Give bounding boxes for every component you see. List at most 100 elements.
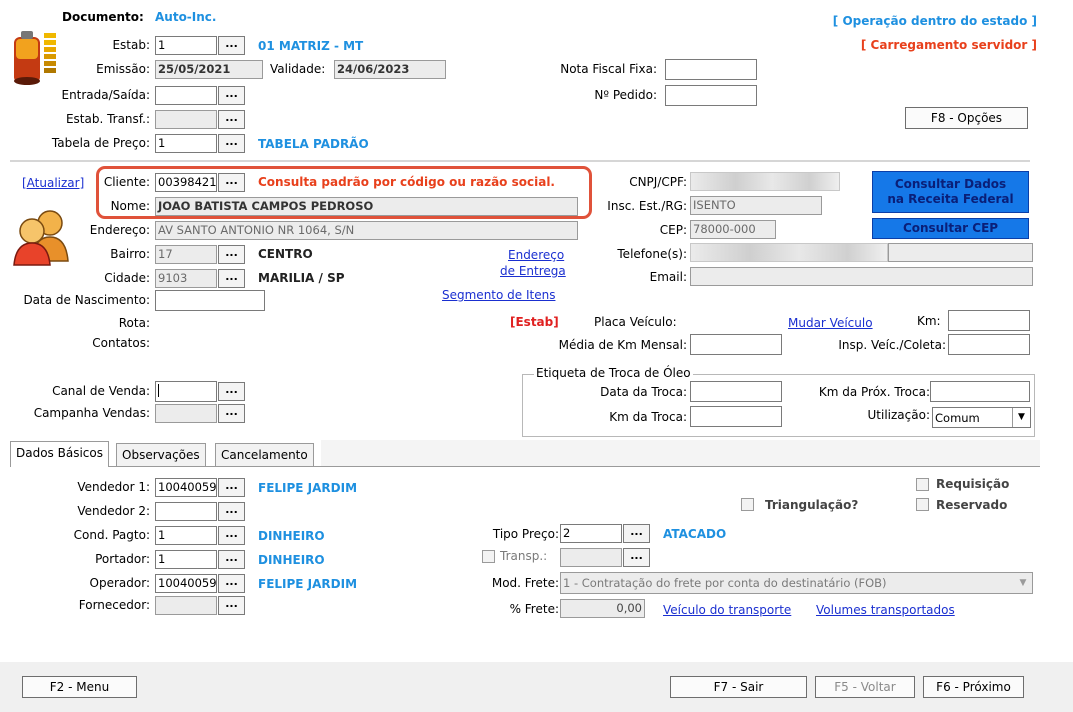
transp-input[interactable] <box>560 548 622 567</box>
cidade-lookup-button[interactable]: ... <box>218 269 245 288</box>
chevron-down-icon[interactable]: ▼ <box>1014 573 1032 593</box>
utilizacao-select[interactable]: Comum ▼ <box>932 407 1031 428</box>
insp-veic-label: Insp. Veíc./Coleta: <box>838 338 946 352</box>
transp-lookup-button[interactable]: ... <box>623 548 650 567</box>
km-input[interactable] <box>948 310 1030 331</box>
km-label: Km: <box>917 314 941 328</box>
mod-frete-label: Mod. Frete: <box>491 576 559 590</box>
entrada-saida-lookup-button[interactable]: ... <box>218 86 245 105</box>
proximo-button[interactable]: F6 - Próximo <box>923 676 1024 698</box>
cond-pagto-input[interactable]: 1 <box>155 526 217 545</box>
mudar-veiculo-link[interactable]: Mudar Veículo <box>788 315 873 331</box>
portador-input[interactable]: 1 <box>155 550 217 569</box>
campanha-vendas-lookup-button[interactable]: ... <box>218 404 245 423</box>
estab-lookup-button[interactable]: ... <box>218 36 245 55</box>
tabela-preco-label: Tabela de Preço: <box>51 136 150 150</box>
operador-lookup-button[interactable]: ... <box>218 574 245 593</box>
km-troca-input[interactable] <box>690 406 782 427</box>
canal-venda-lookup-button[interactable]: ... <box>218 382 245 401</box>
vendedor1-name: FELIPE JARDIM <box>258 481 358 495</box>
email-field[interactable] <box>690 267 1033 286</box>
estab-transf-lookup-button[interactable]: ... <box>218 110 245 129</box>
portador-name: DINHEIRO <box>258 553 325 567</box>
data-nascimento-input[interactable] <box>155 290 265 311</box>
volumes-transportados-link[interactable]: Volumes transportados <box>816 602 955 618</box>
km-prox-troca-label: Km da Próx. Troca: <box>818 385 930 399</box>
menu-button[interactable]: F2 - Menu <box>22 676 137 698</box>
operador-input[interactable]: 10040059 <box>155 574 217 593</box>
cep-field[interactable]: 78000-000 <box>690 220 776 239</box>
nome-field[interactable]: JOAO BATISTA CAMPOS PEDROSO <box>155 197 578 216</box>
cidade-input[interactable]: 9103 <box>155 269 217 288</box>
endereco-field[interactable]: AV SANTO ANTONIO NR 1064, S/N <box>155 221 578 240</box>
frete-field[interactable]: 0,00 <box>560 599 645 618</box>
opcoes-button[interactable]: F8 - Opções <box>905 107 1028 129</box>
oleo-group-title: Etiqueta de Troca de Óleo <box>534 364 693 382</box>
contatos-label: Contatos: <box>92 336 150 350</box>
consultar-cep-button[interactable]: Consultar CEP <box>872 218 1029 239</box>
validade-label: Validade: <box>270 62 326 76</box>
entrada-saida-input[interactable] <box>155 86 217 105</box>
estab-transf-input[interactable] <box>155 110 217 129</box>
tab-dados-basicos[interactable]: Dados Básicos <box>10 441 109 467</box>
tab-observacoes[interactable]: Observações <box>116 443 206 467</box>
sair-button[interactable]: F7 - Sair <box>670 676 807 698</box>
tabela-preco-input[interactable]: 1 <box>155 134 217 153</box>
reservado-checkbox[interactable] <box>916 498 929 511</box>
consultar-receita-button[interactable]: Consultar Dados na Receita Federal <box>872 171 1029 213</box>
fornecedor-input[interactable] <box>155 596 217 615</box>
campanha-vendas-label: Campanha Vendas: <box>33 406 150 420</box>
loading-status: [ Carregamento servidor ] <box>860 38 1037 52</box>
numero-pedido-input[interactable] <box>665 85 757 106</box>
tipo-preco-input[interactable]: 2 <box>560 524 622 543</box>
transp-checkbox[interactable] <box>482 550 495 563</box>
cnpj-field[interactable] <box>690 172 840 191</box>
telefone-extra-field[interactable] <box>888 243 1033 262</box>
triangulacao-checkbox[interactable] <box>741 498 754 511</box>
atualizar-link[interactable]: [Atualizar] <box>22 175 84 191</box>
telefone-field[interactable] <box>690 243 888 262</box>
documento-label: Documento: <box>62 10 144 24</box>
validade-field[interactable]: 24/06/2023 <box>334 60 446 79</box>
voltar-button[interactable]: F5 - Voltar <box>815 676 915 698</box>
cond-pagto-lookup-button[interactable]: ... <box>218 526 245 545</box>
tabela-preco-lookup-button[interactable]: ... <box>218 134 245 153</box>
tipo-preco-label: Tipo Preço: <box>492 527 559 541</box>
mod-frete-select[interactable]: 1 - Contratação do frete por conta do de… <box>560 572 1033 594</box>
cliente-input[interactable]: 00398421 <box>155 173 217 192</box>
segmento-itens-link[interactable]: Segmento de Itens <box>442 287 555 303</box>
portador-lookup-button[interactable]: ... <box>218 550 245 569</box>
operador-name: FELIPE JARDIM <box>258 577 358 591</box>
veiculo-transporte-link[interactable]: Veículo do transporte <box>663 602 791 618</box>
consultar-receita-line1: Consultar Dados <box>894 177 1007 191</box>
tipo-preco-lookup-button[interactable]: ... <box>623 524 650 543</box>
insp-veic-input[interactable] <box>948 334 1030 355</box>
endereco-entrega-link-line2[interactable]: de Entrega <box>500 263 566 279</box>
chevron-down-icon[interactable]: ▼ <box>1012 408 1030 427</box>
vendedor2-lookup-button[interactable]: ... <box>218 502 245 521</box>
emissao-field[interactable]: 25/05/2021 <box>155 60 263 79</box>
nota-fiscal-fixa-input[interactable] <box>665 59 757 80</box>
fornecedor-lookup-button[interactable]: ... <box>218 596 245 615</box>
data-troca-label: Data da Troca: <box>600 385 687 399</box>
km-prox-troca-input[interactable] <box>930 381 1030 402</box>
reservado-label: Reservado <box>936 498 1008 512</box>
tab-cancelamento[interactable]: Cancelamento <box>215 443 314 467</box>
bairro-lookup-button[interactable]: ... <box>218 245 245 264</box>
vendedor1-lookup-button[interactable]: ... <box>218 478 245 497</box>
mod-frete-value: 1 - Contratação do frete por conta do de… <box>563 576 887 590</box>
vendedor2-label: Vendedor 2: <box>77 504 150 518</box>
cliente-lookup-button[interactable]: ... <box>218 173 245 192</box>
requisicao-checkbox[interactable] <box>916 478 929 491</box>
vendedor1-input[interactable]: 10040059 <box>155 478 217 497</box>
bairro-input[interactable]: 17 <box>155 245 217 264</box>
media-km-input[interactable] <box>690 334 782 355</box>
campanha-vendas-input[interactable] <box>155 404 217 423</box>
canal-venda-input[interactable] <box>155 381 217 402</box>
estab-input[interactable]: 1 <box>155 36 217 55</box>
estab-label: Estab: <box>112 38 150 52</box>
insc-est-field[interactable]: ISENTO <box>690 196 822 215</box>
data-troca-input[interactable] <box>690 381 782 402</box>
endereco-entrega-link-line1[interactable]: Endereço <box>508 247 564 263</box>
vendedor2-input[interactable] <box>155 502 217 521</box>
